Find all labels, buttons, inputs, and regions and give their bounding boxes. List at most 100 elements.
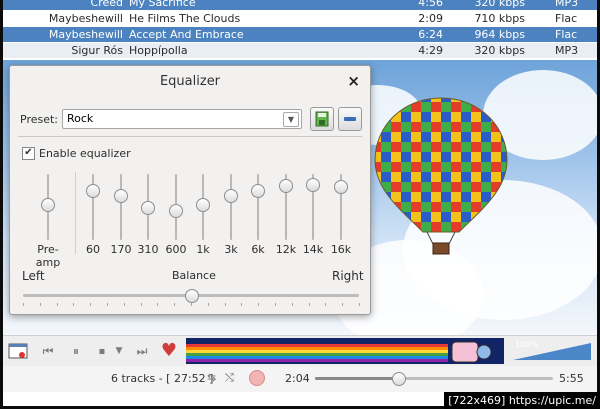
table-row[interactable]: Sigur Rós Hoppípolla 4:29 320 kbps MP3 — [3, 43, 597, 58]
table-row[interactable]: Maybeshewill He Films The Clouds 2:09 71… — [3, 11, 597, 26]
eq-band-label: 12k — [275, 243, 297, 256]
track-title: Accept And Embrace — [129, 28, 244, 41]
next-track-icon[interactable]: ⏭ — [131, 341, 153, 361]
eq-band-slider[interactable] — [141, 174, 155, 244]
slider-track — [230, 174, 232, 240]
track-artist: Sigur Rós — [71, 44, 123, 57]
slider-track — [120, 174, 122, 240]
eq-band-slider[interactable] — [279, 174, 293, 244]
slider-handle[interactable] — [169, 204, 183, 218]
track-bitrate: 964 kbps — [474, 28, 525, 41]
spectrum-analyzer — [186, 338, 504, 364]
balance-tick — [141, 303, 142, 306]
balance-ticks — [23, 303, 360, 307]
scrobble-icon[interactable] — [249, 370, 265, 386]
eq-band-label: 170 — [110, 243, 132, 256]
save-preset-button[interactable] — [310, 107, 334, 131]
track-bitrate: 320 kbps — [474, 0, 525, 9]
eq-band-slider[interactable] — [224, 174, 238, 244]
slider-handle[interactable] — [334, 180, 348, 194]
track-length: 6:24 — [418, 28, 443, 41]
eq-band-slider[interactable] — [334, 174, 348, 244]
table-row[interactable]: Creed My Sacrifice 4:56 320 kbps MP3 — [3, 0, 597, 10]
balance-tick — [275, 303, 276, 306]
dialog-title: Equalizer — [159, 74, 221, 89]
close-icon[interactable]: × — [347, 72, 360, 90]
balance-tick — [73, 303, 74, 306]
track-format: MP3 — [555, 0, 579, 9]
track-length: 4:56 — [418, 0, 443, 9]
playlist-window-icon — [8, 343, 28, 359]
balance-slider-handle[interactable] — [185, 289, 199, 303]
remove-preset-button[interactable] — [338, 107, 362, 131]
slider-handle[interactable] — [251, 184, 265, 198]
balance-tick — [90, 303, 91, 306]
hot-air-balloon-image — [374, 97, 508, 255]
slider-handle[interactable] — [306, 178, 320, 192]
track-artist: Maybeshewill — [48, 28, 123, 41]
eq-band-slider[interactable] — [196, 174, 210, 244]
track-title: He Films The Clouds — [129, 12, 241, 25]
eq-band-label: 14k — [302, 243, 324, 256]
balance-tick — [309, 303, 310, 306]
slider-handle[interactable] — [279, 179, 293, 193]
preset-value: Rock — [67, 112, 94, 125]
chevron-down-icon[interactable]: ▼ — [283, 112, 299, 127]
slider-handle[interactable] — [114, 189, 128, 203]
balance-tick — [359, 303, 360, 306]
heart-icon[interactable]: ♥ — [158, 341, 180, 361]
track-count: 6 tracks - [ 27:52 ] — [111, 372, 214, 385]
repeat-icon[interactable]: ⇆ — [207, 371, 216, 384]
eq-band-label: 3k — [224, 243, 238, 256]
balance-tick — [208, 303, 209, 306]
slider-handle[interactable] — [41, 198, 55, 212]
eq-band-label: 16k — [330, 243, 352, 256]
track-format: MP3 — [555, 44, 579, 57]
seek-slider[interactable] — [315, 372, 553, 386]
shuffle-icon[interactable]: ⤭ — [225, 371, 234, 385]
balance-right-label: Right — [332, 269, 364, 283]
balance-tick — [124, 303, 125, 306]
seek-progress — [315, 377, 398, 380]
eq-band-slider[interactable] — [251, 174, 265, 244]
minus-icon — [344, 117, 356, 121]
enable-equalizer-checkbox[interactable]: ✔ — [22, 147, 35, 160]
balance-tick — [241, 303, 242, 306]
table-row[interactable]: Maybeshewill Accept And Embrace 6:24 964… — [3, 27, 597, 42]
eq-band-slider[interactable] — [86, 174, 100, 244]
slider-handle[interactable] — [141, 201, 155, 215]
preamp-slider[interactable] — [41, 174, 55, 244]
track-length: 4:29 — [418, 44, 443, 57]
balance-tick — [325, 303, 326, 306]
volume-slider[interactable]: 100% — [511, 340, 593, 362]
enable-equalizer-label: Enable equalizer — [39, 147, 131, 160]
divider — [18, 136, 362, 137]
eq-band-slider[interactable] — [169, 174, 183, 244]
balance-tick — [107, 303, 108, 306]
balance-tick — [191, 303, 192, 306]
eq-band-label: 60 — [86, 243, 100, 256]
eq-band-label: 6k — [251, 243, 265, 256]
preset-dropdown[interactable]: Rock ▼ — [62, 109, 302, 129]
pause-icon[interactable]: ⏸ — [65, 341, 87, 361]
equalizer-dialog: Equalizer × Preset: Rock ▼ ✔ Enable equa… — [9, 65, 371, 315]
slider-handle[interactable] — [86, 184, 100, 198]
eq-band-slider[interactable] — [114, 174, 128, 244]
chevron-down-icon[interactable]: ▼ — [113, 341, 125, 361]
stop-icon[interactable]: ⏹ — [91, 341, 113, 361]
track-artist: Creed — [90, 0, 123, 9]
playlist-icon[interactable] — [6, 341, 30, 361]
track-format: Flac — [555, 12, 578, 25]
eq-band-slider[interactable] — [306, 174, 320, 244]
nyan-cat-analyzer-visual — [186, 341, 492, 363]
balance-tick — [40, 303, 41, 306]
slider-handle[interactable] — [196, 198, 210, 212]
track-title: Hoppípolla — [129, 44, 188, 57]
balance-label: Balance — [172, 269, 216, 282]
seek-handle[interactable] — [392, 372, 406, 386]
previous-track-icon[interactable]: ⏮ — [37, 341, 59, 361]
slider-handle[interactable] — [224, 189, 238, 203]
balance-tick — [57, 303, 58, 306]
track-length: 2:09 — [418, 12, 443, 25]
save-preset-icon — [315, 111, 329, 127]
